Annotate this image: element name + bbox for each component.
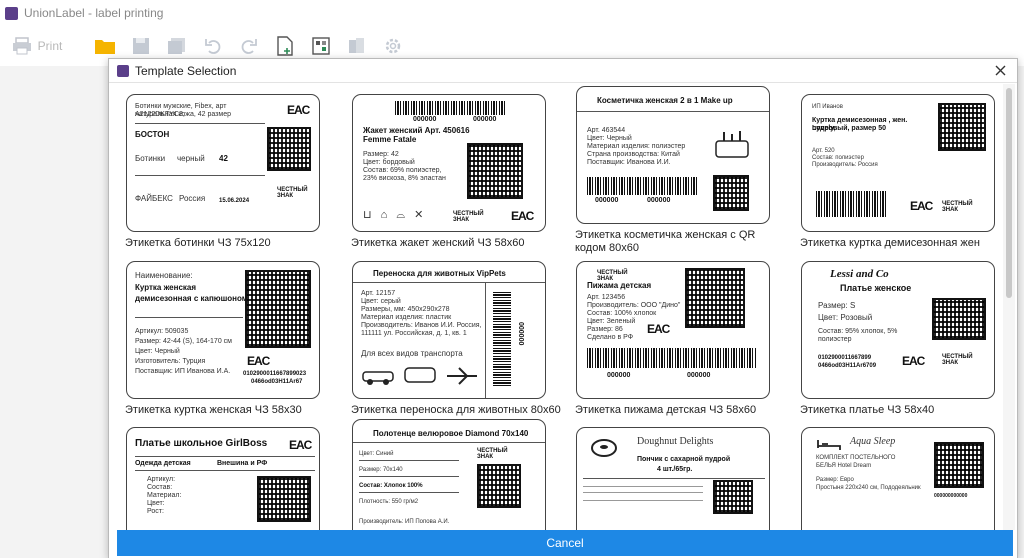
save-all-icon[interactable]	[162, 32, 192, 60]
template-preview: Косметичка женская 2 в 1 Make up Арт. 46…	[576, 86, 770, 224]
datamatrix-code	[685, 268, 745, 328]
template-preview: Полотенце велюровое Diamond 70x140 Цвет:…	[352, 419, 546, 530]
template-selection-dialog: Template Selection Ботинки мужские, Fibe…	[108, 58, 1018, 558]
app-title-bar: UnionLabel - label printing	[0, 0, 1024, 26]
close-icon	[995, 65, 1005, 75]
datamatrix-code	[245, 270, 311, 348]
cancel-button[interactable]: Cancel	[117, 530, 1013, 556]
template-preview: 000000 000000 Жакет женский Арт. 450616 …	[352, 94, 546, 232]
print-button[interactable]: Print	[6, 31, 68, 61]
template-card[interactable]: Ботинки мужские, Fibex, арт A2122DKTYC3,…	[109, 94, 331, 249]
barcode	[587, 177, 697, 195]
datamatrix-code	[932, 298, 986, 340]
template-card[interactable]: 000000 000000 Жакет женский Арт. 450616 …	[335, 94, 557, 249]
undo-icon[interactable]	[198, 32, 228, 60]
qr-code	[713, 175, 749, 211]
barcode	[493, 290, 511, 386]
eac-mark: EAC	[287, 103, 310, 117]
bed-icon	[817, 440, 841, 450]
eac-mark: EAC	[902, 354, 925, 368]
eac-mark: EAC	[247, 354, 270, 368]
chestny-znak-logo: ЧЕСТНЫЙ ЗНАК	[277, 187, 308, 199]
template-card[interactable]: Косметичка женская 2 в 1 Make up Арт. 46…	[559, 86, 781, 254]
cosmetics-icon	[715, 131, 749, 158]
template-preview: Lessi and Co Платье женское Размер: S Цв…	[801, 261, 995, 399]
printer-icon	[12, 37, 31, 55]
template-preview: Платье школьное GirlBoss EAC Одежда детс…	[126, 427, 320, 530]
chestny-znak-logo: ЧЕСТНЫЙ ЗНАК	[477, 448, 508, 460]
datamatrix-code	[267, 127, 311, 171]
app-title: UnionLabel - label printing	[24, 6, 164, 20]
template-caption: Этикетка жакет женский ЧЗ 58х60	[351, 237, 525, 249]
redo-icon[interactable]	[234, 32, 264, 60]
template-caption: Этикетка косметичка женская с QR кодом 8…	[575, 229, 756, 254]
dialog-app-icon	[117, 64, 129, 77]
template-preview: Doughnut Delights Пончик с сахарной пудр…	[576, 427, 770, 530]
template-card[interactable]: Полотенце велюровое Diamond 70x140 Цвет:…	[335, 419, 557, 530]
template-preview: ИП Иванов Куртка демисезонная , жен. Lov…	[801, 94, 995, 232]
template-card[interactable]: Платье школьное GirlBoss EAC Одежда детс…	[109, 427, 331, 530]
datamatrix-code	[467, 143, 523, 199]
canvas-background-right	[1018, 66, 1024, 558]
template-preview: Наименование: Куртка женская демисезонна…	[126, 261, 320, 399]
template-card[interactable]: Doughnut Delights Пончик с сахарной пудр…	[559, 427, 781, 530]
settings-icon[interactable]	[378, 32, 408, 60]
dialog-title: Template Selection	[135, 63, 237, 78]
template-card[interactable]: Переноска для животных VipPets Арт. 1215…	[335, 261, 561, 416]
datamatrix-code	[477, 464, 521, 508]
qr-label-icon[interactable]	[306, 32, 336, 60]
template-caption: Этикетка платье ЧЗ 58х40	[800, 404, 935, 416]
template-caption: Этикетка куртка женская ЧЗ 58х30	[125, 404, 302, 416]
doughnut-icon	[591, 439, 617, 457]
dialog-close-button[interactable]	[991, 61, 1009, 79]
eac-mark: EAC	[647, 322, 670, 336]
qr-code	[713, 480, 753, 514]
transport-icons	[362, 367, 477, 385]
eac-mark: EAC	[910, 199, 933, 213]
template-card[interactable]: ЧЕСТНЫЙ ЗНАК Пижама детская Арт. 123456 П…	[559, 261, 781, 416]
dialog-header: Template Selection	[109, 59, 1017, 83]
save-icon[interactable]	[126, 32, 156, 60]
template-preview: Aqua Sleep КОМПЛЕКТ ПОСТЕЛЬНОГО БЕЛЬЯ Ho…	[801, 427, 995, 530]
template-card[interactable]: Aqua Sleep КОМПЛЕКТ ПОСТЕЛЬНОГО БЕЛЬЯ Ho…	[784, 427, 999, 530]
care-symbols: ⊔ ⌂ ⌓ ✕	[363, 209, 427, 221]
template-caption: Этикетка пижама детская ЧЗ 58х60	[575, 404, 757, 416]
chestny-znak-logo: ЧЕСТНЫЙ ЗНАК	[942, 201, 973, 213]
dialog-footer: Cancel	[109, 530, 1017, 558]
chestny-znak-logo: ЧЕСТНЫЙ ЗНАК	[942, 354, 973, 366]
template-preview: ЧЕСТНЫЙ ЗНАК Пижама детская Арт. 123456 П…	[576, 261, 770, 399]
template-preview: Переноска для животных VipPets Арт. 1215…	[352, 261, 546, 399]
datamatrix-code	[938, 103, 986, 151]
chestny-znak-logo: ЧЕСТНЫЙ ЗНАК	[453, 211, 484, 223]
template-caption: Этикетка куртка демисезонная жен	[800, 237, 980, 249]
scrollbar-thumb[interactable]	[1006, 88, 1012, 298]
template-caption: Этикетка переноска для животных 80х60	[351, 404, 561, 416]
template-preview: Ботинки мужские, Fibex, арт A2122DKTYC3,…	[126, 94, 320, 232]
barcode	[816, 191, 886, 217]
canvas-background-left	[0, 66, 108, 558]
app-logo-icon	[5, 6, 18, 20]
open-folder-icon[interactable]	[90, 32, 120, 60]
eac-mark: EAC	[511, 209, 534, 223]
template-gallery: Ботинки мужские, Fibex, арт A2122DKTYC3,…	[109, 84, 999, 530]
barcode	[587, 348, 757, 368]
eac-mark: EAC	[289, 438, 312, 452]
datamatrix-code	[257, 476, 311, 522]
print-label: Print	[37, 39, 63, 53]
layers-icon[interactable]	[342, 32, 372, 60]
new-document-icon[interactable]	[270, 32, 300, 60]
template-caption: Этикетка ботинки ЧЗ 75х120	[125, 237, 271, 249]
gallery-scrollbar[interactable]	[1003, 84, 1015, 530]
barcode	[395, 101, 505, 115]
template-card[interactable]: Наименование: Куртка женская демисезонна…	[109, 261, 331, 416]
datamatrix-code	[934, 442, 984, 488]
template-card[interactable]: ИП Иванов Куртка демисезонная , жен. Lov…	[784, 94, 999, 249]
template-card[interactable]: Lessi and Co Платье женское Размер: S Цв…	[784, 261, 999, 416]
